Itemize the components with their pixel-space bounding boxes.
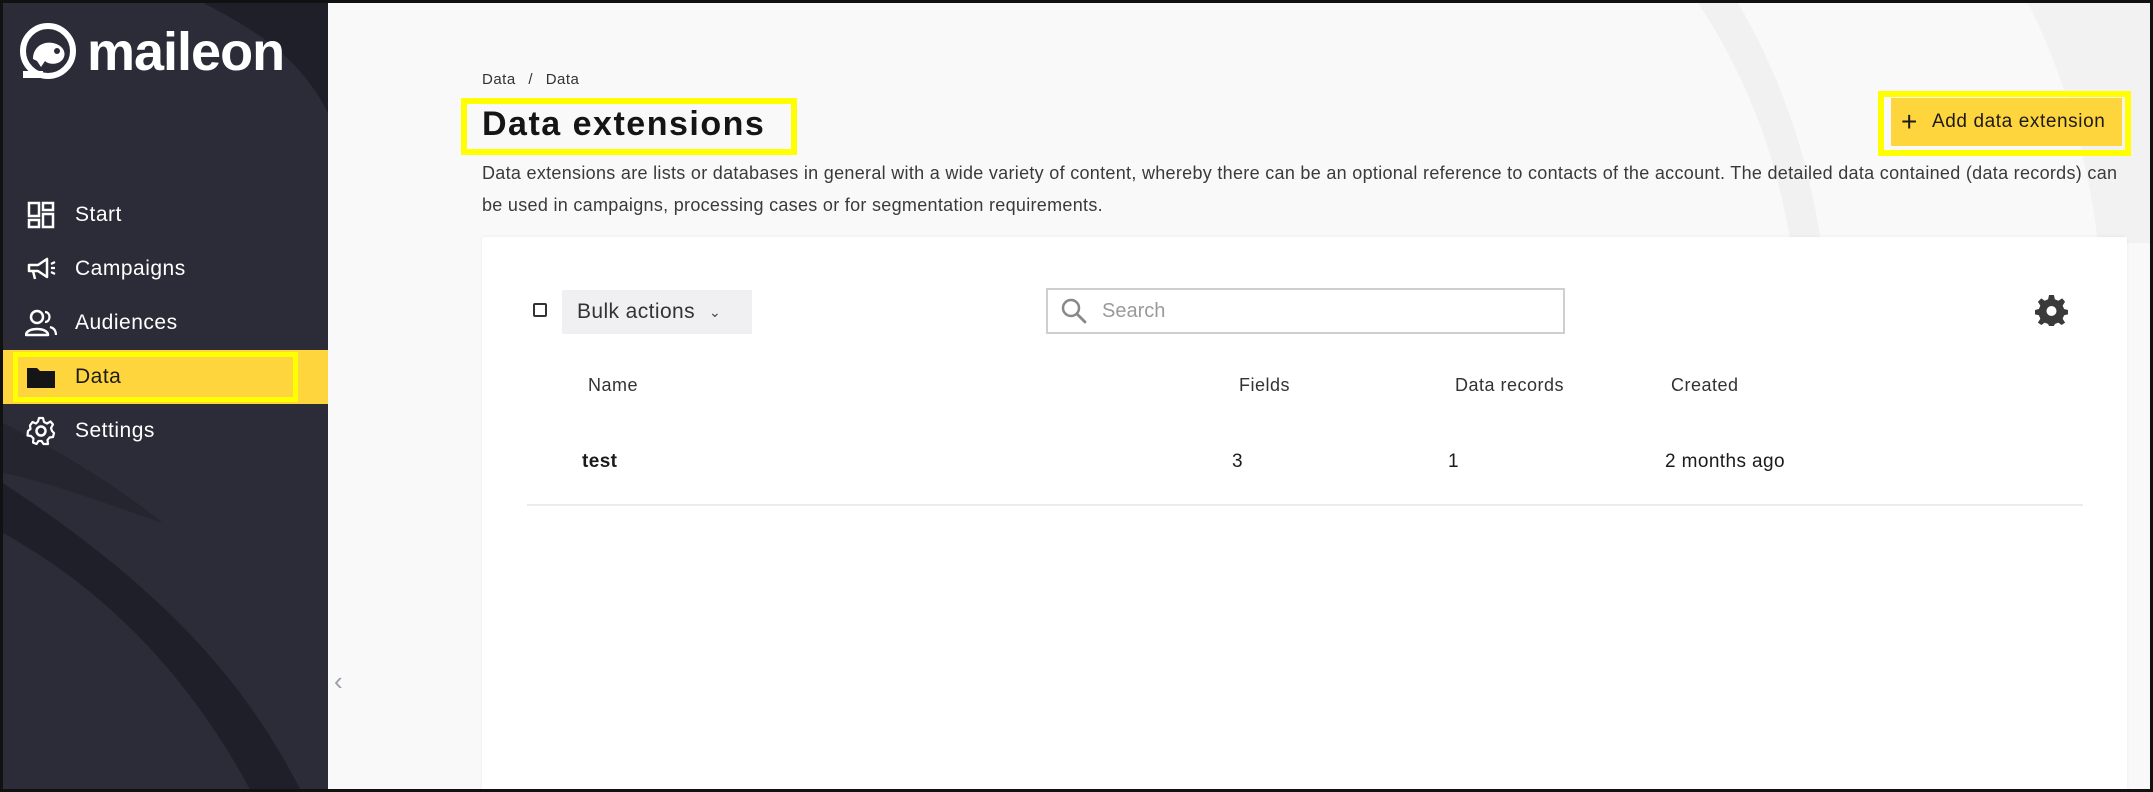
dashboard-icon bbox=[25, 199, 57, 231]
gear-icon bbox=[25, 415, 57, 447]
sidebar: maileon Start Campaigns Audiences Data S… bbox=[3, 3, 328, 789]
breadcrumb-separator: / bbox=[528, 71, 534, 88]
sidebar-item-start[interactable]: Start bbox=[3, 188, 328, 242]
sidebar-item-data[interactable]: Data bbox=[3, 350, 328, 404]
column-header-name[interactable]: Name bbox=[588, 375, 638, 396]
table-cell-created: 2 months ago bbox=[1665, 451, 1785, 472]
people-icon bbox=[25, 307, 57, 339]
table-cell-fields: 3 bbox=[1232, 451, 1243, 472]
page-description: Data extensions are lists or databases i… bbox=[482, 163, 2118, 215]
maileon-logo[interactable]: maileon bbox=[19, 21, 285, 83]
select-all-checkbox[interactable] bbox=[533, 303, 547, 317]
add-button-label: Add data extension bbox=[1931, 111, 2106, 132]
sidebar-item-audiences[interactable]: Audiences bbox=[3, 296, 328, 350]
add-data-extension-button[interactable]: + Add data extension bbox=[1891, 98, 2122, 146]
sidebar-item-campaigns[interactable]: Campaigns bbox=[3, 242, 328, 296]
search-input[interactable] bbox=[1100, 298, 1563, 324]
chevron-down-icon: ⌄ bbox=[709, 303, 722, 320]
table-cell-name[interactable]: test bbox=[582, 451, 617, 473]
sidebar-item-settings[interactable]: Settings bbox=[3, 404, 328, 458]
breadcrumb: Data / Data bbox=[482, 71, 579, 88]
page-title: Data extensions bbox=[482, 105, 766, 143]
table-cell-data-records: 1 bbox=[1448, 451, 1459, 472]
search-icon bbox=[1060, 297, 1088, 325]
app-window: maileon Start Campaigns Audiences Data S… bbox=[0, 0, 2153, 792]
column-header-data-records[interactable]: Data records bbox=[1455, 375, 1564, 396]
bulk-actions-dropdown[interactable]: Bulk actions ⌄ bbox=[562, 290, 752, 334]
sidebar-item-label: Audiences bbox=[75, 311, 178, 334]
sidebar-nav: Start Campaigns Audiences Data Settings bbox=[3, 188, 328, 458]
highlight-box bbox=[13, 352, 298, 402]
main-content: Data / Data Data extensions + Add data e… bbox=[328, 3, 2150, 789]
search-box[interactable] bbox=[1046, 288, 1565, 334]
sidebar-item-label: Settings bbox=[75, 419, 155, 442]
data-extensions-table-card: Bulk actions ⌄ Name Fields bbox=[482, 237, 2127, 789]
chameleon-logo-icon bbox=[20, 23, 76, 79]
breadcrumb-item-current: Data bbox=[545, 71, 580, 88]
logo-text: maileon bbox=[87, 22, 285, 82]
table-settings-gear-icon[interactable] bbox=[2035, 294, 2069, 333]
megaphone-icon bbox=[25, 253, 57, 285]
column-header-created[interactable]: Created bbox=[1671, 375, 1739, 396]
breadcrumb-item[interactable]: Data bbox=[482, 71, 516, 88]
sidebar-item-label: Start bbox=[75, 203, 122, 226]
plus-icon: + bbox=[1901, 106, 1918, 137]
bulk-actions-label: Bulk actions bbox=[577, 300, 696, 323]
sidebar-collapse-chevron-icon[interactable]: ‹ bbox=[334, 666, 343, 697]
sidebar-item-label: Campaigns bbox=[75, 257, 186, 280]
table-row-divider bbox=[527, 504, 2083, 506]
column-header-fields[interactable]: Fields bbox=[1239, 375, 1290, 396]
